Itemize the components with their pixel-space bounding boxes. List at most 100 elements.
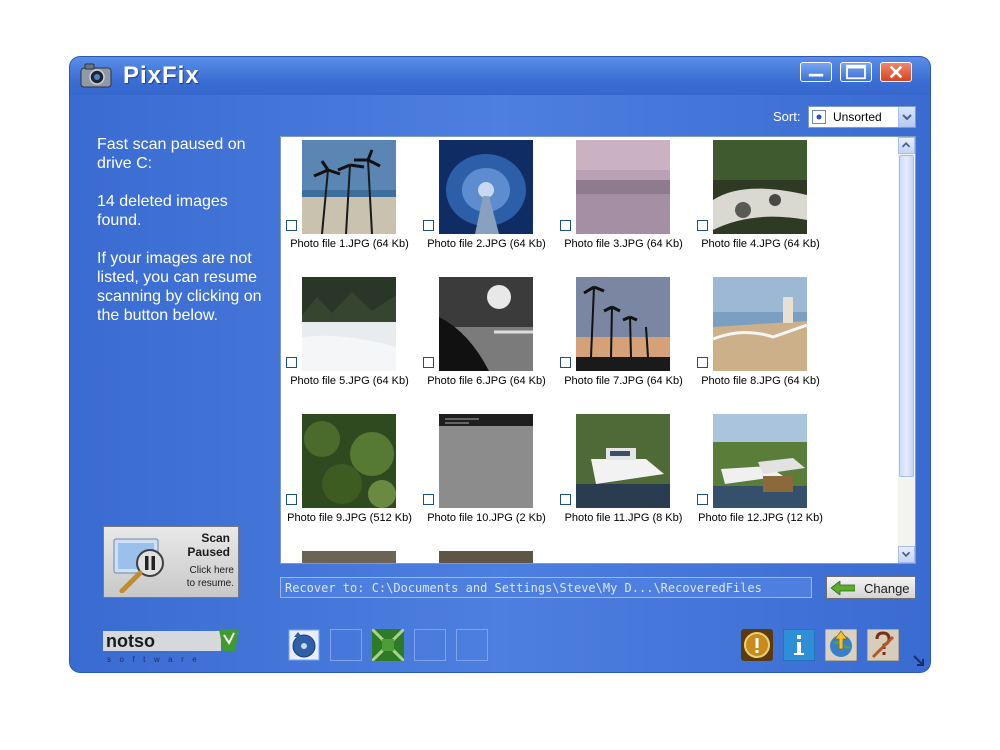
crop-button[interactable] — [370, 627, 406, 663]
help-button[interactable] — [866, 628, 900, 662]
photo-tile[interactable]: Photo file 6.JPG (64 Kb) — [418, 274, 555, 404]
scan-status-text: Fast scan paused on drive C: 14 deleted … — [97, 135, 267, 344]
photo-thumbnail[interactable] — [302, 551, 396, 564]
gallery-scrollbar[interactable] — [898, 137, 915, 563]
maximize-button[interactable] — [840, 62, 872, 82]
photo-tile[interactable]: Photo file 10.JPG (2 Kb) — [418, 411, 555, 541]
scan-title-line-1: Scan — [201, 531, 230, 545]
select-checkbox[interactable] — [697, 357, 708, 368]
photo-thumbnail[interactable] — [302, 140, 396, 234]
crop-icon — [370, 627, 406, 663]
photo-thumbnail[interactable] — [302, 414, 396, 508]
photo-filename: Photo file 3.JPG (64 Kb) — [564, 238, 683, 250]
scroll-thumb[interactable] — [899, 155, 914, 477]
select-checkbox[interactable] — [423, 220, 434, 231]
minimize-button[interactable] — [800, 62, 832, 82]
select-checkbox[interactable] — [286, 494, 297, 505]
photo-tile[interactable]: Photo file 4.JPG (64 Kb) — [692, 137, 829, 267]
status-line-2: 14 deleted images found. — [97, 193, 228, 229]
photo-thumbnail[interactable] — [439, 140, 533, 234]
photo-tile[interactable]: Photo file 7.JPG (64 Kb) — [555, 274, 692, 404]
photo-filename: Photo file 8.JPG (64 Kb) — [701, 375, 820, 387]
photo-thumbnail[interactable] — [439, 414, 533, 508]
photo-tile[interactable]: Photo file 12.JPG (12 Kb) — [692, 411, 829, 541]
photo-tile[interactable]: Photo file 8.JPG (64 Kb) — [692, 274, 829, 404]
dropdown-arrow-button[interactable] — [898, 107, 915, 127]
select-checkbox[interactable] — [286, 220, 297, 231]
photo-filename: Photo file 1.JPG (64 Kb) — [290, 238, 409, 250]
camera-icon — [80, 63, 112, 88]
photo-thumbnail[interactable] — [576, 140, 670, 234]
photo-thumbnail[interactable] — [576, 277, 670, 371]
info-button[interactable] — [782, 628, 816, 662]
app-title: PixFix — [123, 62, 200, 89]
toolbar-slot-empty — [456, 629, 488, 661]
close-button[interactable] — [880, 62, 912, 82]
select-checkbox[interactable] — [697, 494, 708, 505]
sort-dropdown[interactable]: Unsorted — [808, 106, 916, 128]
photo-thumbnail[interactable] — [439, 277, 533, 371]
photo-tile[interactable]: Photo file 2.JPG (64 Kb) — [418, 137, 555, 267]
sort-label: Sort: — [773, 109, 801, 124]
scan-sub-line-2: to resume. — [186, 578, 234, 589]
photo-filename: Photo file 5.JPG (64 Kb) — [290, 375, 409, 387]
select-checkbox[interactable] — [423, 357, 434, 368]
toolbar-slot-empty — [414, 629, 446, 661]
sort-value: Unsorted — [833, 110, 882, 124]
select-checkbox[interactable] — [423, 494, 434, 505]
select-checkbox[interactable] — [286, 357, 297, 368]
resize-grip-icon[interactable] — [908, 650, 928, 670]
minimize-icon — [808, 73, 824, 77]
recover-path-field: Recover to: C:\Documents and Settings\St… — [280, 577, 812, 598]
change-label: Change — [864, 581, 910, 596]
chevron-down-icon — [902, 114, 912, 121]
photo-tile[interactable] — [281, 548, 418, 564]
resume-scan-button[interactable]: Scan Paused Click here to resume. — [103, 526, 239, 598]
warning-button[interactable] — [741, 629, 773, 661]
warning-icon — [741, 629, 773, 661]
scroll-down-button[interactable] — [898, 546, 915, 563]
photo-filename: Photo file 10.JPG (2 Kb) — [427, 512, 546, 524]
maximize-icon — [846, 64, 866, 80]
chevron-down-icon — [901, 551, 911, 558]
photo-thumbnail[interactable] — [713, 414, 807, 508]
photo-tile[interactable]: Photo file 11.JPG (8 Kb) — [555, 411, 692, 541]
client-area: Fast scan paused on drive C: 14 deleted … — [70, 95, 930, 672]
scroll-up-button[interactable] — [898, 137, 915, 154]
photo-tile[interactable]: Photo file 3.JPG (64 Kb) — [555, 137, 692, 267]
web-update-icon — [824, 628, 858, 662]
scan-sub-line-1: Click here — [189, 565, 234, 576]
photo-tile[interactable]: Photo file 1.JPG (64 Kb) — [281, 137, 418, 267]
chevron-up-icon — [901, 142, 911, 148]
title-bar[interactable]: PixFix — [70, 57, 930, 95]
notso-software-logo: notso software — [103, 629, 239, 664]
status-line-1: Fast scan paused on drive C: — [97, 136, 246, 172]
select-checkbox[interactable] — [697, 220, 708, 231]
photo-filename: Photo file 9.JPG (512 Kb) — [287, 512, 412, 524]
photo-thumbnail[interactable] — [713, 277, 807, 371]
recover-disk-icon — [288, 629, 320, 661]
svg-text:notso: notso — [106, 631, 155, 651]
select-checkbox[interactable] — [560, 357, 571, 368]
photo-tile[interactable] — [418, 548, 555, 564]
photo-tile[interactable]: Photo file 9.JPG (512 Kb) — [281, 411, 418, 541]
photo-filename: Photo file 4.JPG (64 Kb) — [701, 238, 820, 250]
change-folder-button[interactable]: Change — [826, 576, 916, 599]
photo-thumbnail[interactable] — [439, 551, 533, 564]
scan-paused-subtitle: Click here to resume. — [166, 564, 234, 590]
photo-thumbnail[interactable] — [713, 140, 807, 234]
photo-filename: Photo file 6.JPG (64 Kb) — [427, 375, 546, 387]
close-icon — [889, 65, 903, 79]
select-checkbox[interactable] — [560, 220, 571, 231]
photo-filename: Photo file 7.JPG (64 Kb) — [564, 375, 683, 387]
recover-disk-button[interactable] — [288, 629, 320, 661]
photo-thumbnail[interactable] — [302, 277, 396, 371]
photo-thumbnail[interactable] — [576, 414, 670, 508]
photo-gallery: Photo file 1.JPG (64 Kb) Photo file 2.JP… — [280, 136, 916, 564]
arrow-left-icon — [831, 581, 855, 595]
select-checkbox[interactable] — [560, 494, 571, 505]
photo-tile[interactable]: Photo file 5.JPG (64 Kb) — [281, 274, 418, 404]
web-update-button[interactable] — [824, 628, 858, 662]
scan-paused-title: Scan Paused — [172, 531, 230, 559]
recover-path-text: Recover to: C:\Documents and Settings\St… — [285, 581, 762, 595]
